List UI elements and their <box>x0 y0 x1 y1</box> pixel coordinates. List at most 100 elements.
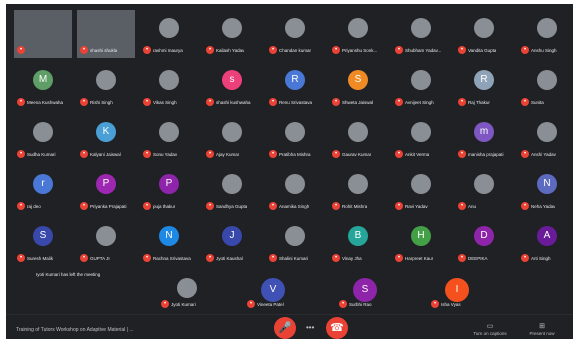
participant-name: Vikas Singh <box>153 99 177 105</box>
participant-tile[interactable]: R • Renu Srivastava <box>266 62 324 110</box>
participant-label: • Harpreet Kaur <box>395 253 448 263</box>
participant-tile[interactable]: P • Priyanka Prajapati <box>77 166 135 214</box>
participant-tile[interactable]: • Avnijeet Singh <box>392 62 450 110</box>
mic-muted-icon: • <box>521 202 529 210</box>
participant-tile-large[interactable]: S • Surbhi Rao <box>336 274 394 312</box>
mic-muted-icon: • <box>80 254 88 262</box>
participant-tile[interactable]: A • Arti Singh <box>518 218 573 266</box>
participant-tile[interactable]: • <box>14 10 72 58</box>
participant-tile[interactable]: • Ravi Yadav <box>392 166 450 214</box>
participant-tile[interactable]: S • Suresh Malik <box>14 218 72 266</box>
more-icon[interactable]: ••• <box>306 323 314 332</box>
avatar-letter: r <box>33 174 53 194</box>
participant-label: • Anu <box>458 201 511 211</box>
participant-tile[interactable]: J • Jyoti Kaushal <box>203 218 261 266</box>
participant-tile[interactable]: • shashi shukla <box>77 10 135 58</box>
mic-muted-icon: • <box>395 150 403 158</box>
participant-label: • Meena Kushwaha <box>17 97 70 107</box>
participant-tile[interactable]: • Ankit Verma <box>392 114 450 162</box>
participant-tile[interactable]: D • DEEPIKA <box>455 218 513 266</box>
mic-muted-icon: • <box>332 46 340 54</box>
participant-label: • Neha Yadav <box>521 201 573 211</box>
avatar-letter: S <box>33 226 53 246</box>
participant-tile[interactable]: • Anu <box>455 166 513 214</box>
participant-name: Gaurav Kumar <box>342 151 372 157</box>
participant-tile[interactable]: • Shubham Yadav... <box>392 10 450 58</box>
participant-tile[interactable]: P • puja thakur <box>140 166 198 214</box>
participant-tile[interactable]: B • Vinay Jha <box>329 218 387 266</box>
participant-tile[interactable]: • Rishi Singh <box>77 62 135 110</box>
mic-muted-icon: • <box>521 98 529 106</box>
participant-tile-large[interactable]: • Jyoti Kumari <box>158 274 216 312</box>
participant-tile[interactable]: • Sonu Yadav <box>140 114 198 162</box>
participant-tile[interactable]: • Kailash Yadav <box>203 10 261 58</box>
present-label: Present now <box>529 331 555 336</box>
participant-label: • Anamika Singh <box>269 201 322 211</box>
avatar-letter: B <box>348 226 368 246</box>
participant-name: Raj Thakur <box>468 99 490 105</box>
participant-label: • Anshi Yadav <box>521 149 573 159</box>
participant-label: • Isha Vyas <box>431 299 484 309</box>
participant-tile[interactable]: H • Harpreet Kaur <box>392 218 450 266</box>
participant-label: • Shubham Yadav... <box>395 45 448 55</box>
participant-label: • Vineeta Patel <box>247 299 300 309</box>
participant-tile-large[interactable]: I • Isha Vyas <box>428 274 486 312</box>
participant-name: Renu Srivastava <box>279 99 313 105</box>
mic-muted-icon: • <box>161 300 169 308</box>
participant-tile[interactable]: • GUPTA JI <box>77 218 135 266</box>
mic-off-button[interactable]: 🎤 <box>274 317 296 339</box>
avatar-letter: A <box>537 226 557 246</box>
participant-name: Anshu Singh <box>531 47 557 53</box>
participant-tile[interactable]: s • shashi kushwaha <box>203 62 261 110</box>
avatar-photo <box>159 122 179 142</box>
participant-tile[interactable]: K • Kalyani Jaiswal <box>77 114 135 162</box>
participant-tile[interactable]: • Anshi Yadav <box>518 114 573 162</box>
participant-tile[interactable]: • Chandan kumar <box>266 10 324 58</box>
participant-label: • raj deo <box>17 201 70 211</box>
meet-window: • • shashi shukla • rashmi maurya • Kailash Ya… <box>6 4 573 339</box>
participant-tile[interactable]: r • raj deo <box>14 166 72 214</box>
participant-name: Kalyani Jaiswal <box>90 151 121 157</box>
participant-tile[interactable]: • Shalini Kumari <box>266 218 324 266</box>
participant-tile[interactable]: M • Meena Kushwaha <box>14 62 72 110</box>
participant-name: Rishi Singh <box>90 99 113 105</box>
participant-tile[interactable]: • Sunita <box>518 62 573 110</box>
mic-off-icon: 🎤 <box>278 322 292 334</box>
end-call-button[interactable]: ☎ <box>326 317 348 339</box>
participant-tile[interactable]: • Anshu Singh <box>518 10 573 58</box>
participant-tile[interactable]: • Sudha Kumari <box>14 114 72 162</box>
participant-label: • Jyoti Kaushal <box>206 253 259 263</box>
avatar-photo <box>348 18 368 38</box>
participant-label: • puja thakur <box>143 201 196 211</box>
participant-label: • Rishi Singh <box>80 97 133 107</box>
participant-tile[interactable]: S • Shweta Jaiswal <box>329 62 387 110</box>
participant-tile[interactable]: R • Raj Thakur <box>455 62 513 110</box>
call-end-icon: ☎ <box>330 322 344 334</box>
participant-tile[interactable]: • Vandita Gupta <box>455 10 513 58</box>
participant-tile[interactable]: • Anamika Singh <box>266 166 324 214</box>
participant-tile[interactable]: • Rohit Mishra <box>329 166 387 214</box>
participant-tile[interactable]: • Priyanshu Sonk... <box>329 10 387 58</box>
participant-label: • <box>17 45 70 55</box>
mic-muted-icon: • <box>269 46 277 54</box>
participant-tile[interactable]: • rashmi maurya <box>140 10 198 58</box>
participant-tile[interactable]: • Gaurav Kumar <box>329 114 387 162</box>
avatar-photo <box>285 174 305 194</box>
participant-tile[interactable]: • Sandhya Gupta <box>203 166 261 214</box>
participant-name: Rohit Mishra <box>342 203 368 209</box>
participant-tile[interactable]: N • Rachna Srivastava <box>140 218 198 266</box>
participant-tile[interactable]: • Vikas Singh <box>140 62 198 110</box>
mic-muted-icon: • <box>143 46 151 54</box>
participant-tile-large[interactable]: V • Vineeta Patel <box>244 274 302 312</box>
present-now-button[interactable]: ⊞ Present now <box>522 322 562 336</box>
mic-muted-icon: • <box>458 150 466 158</box>
participant-tile[interactable]: m • manisha prajapati <box>455 114 513 162</box>
avatar-photo <box>285 226 305 246</box>
avatar-photo <box>33 122 53 142</box>
participant-tile[interactable]: N • Neha Yadav <box>518 166 573 214</box>
participant-label: • Shalini Kumari <box>269 253 322 263</box>
participant-tile[interactable]: • Pratibha Mishra <box>266 114 324 162</box>
participant-tile[interactable]: • Ajay Kumar <box>203 114 261 162</box>
captions-button[interactable]: ▭ Turn on captions <box>470 322 510 336</box>
participant-label: • Vinay Jha <box>332 253 385 263</box>
